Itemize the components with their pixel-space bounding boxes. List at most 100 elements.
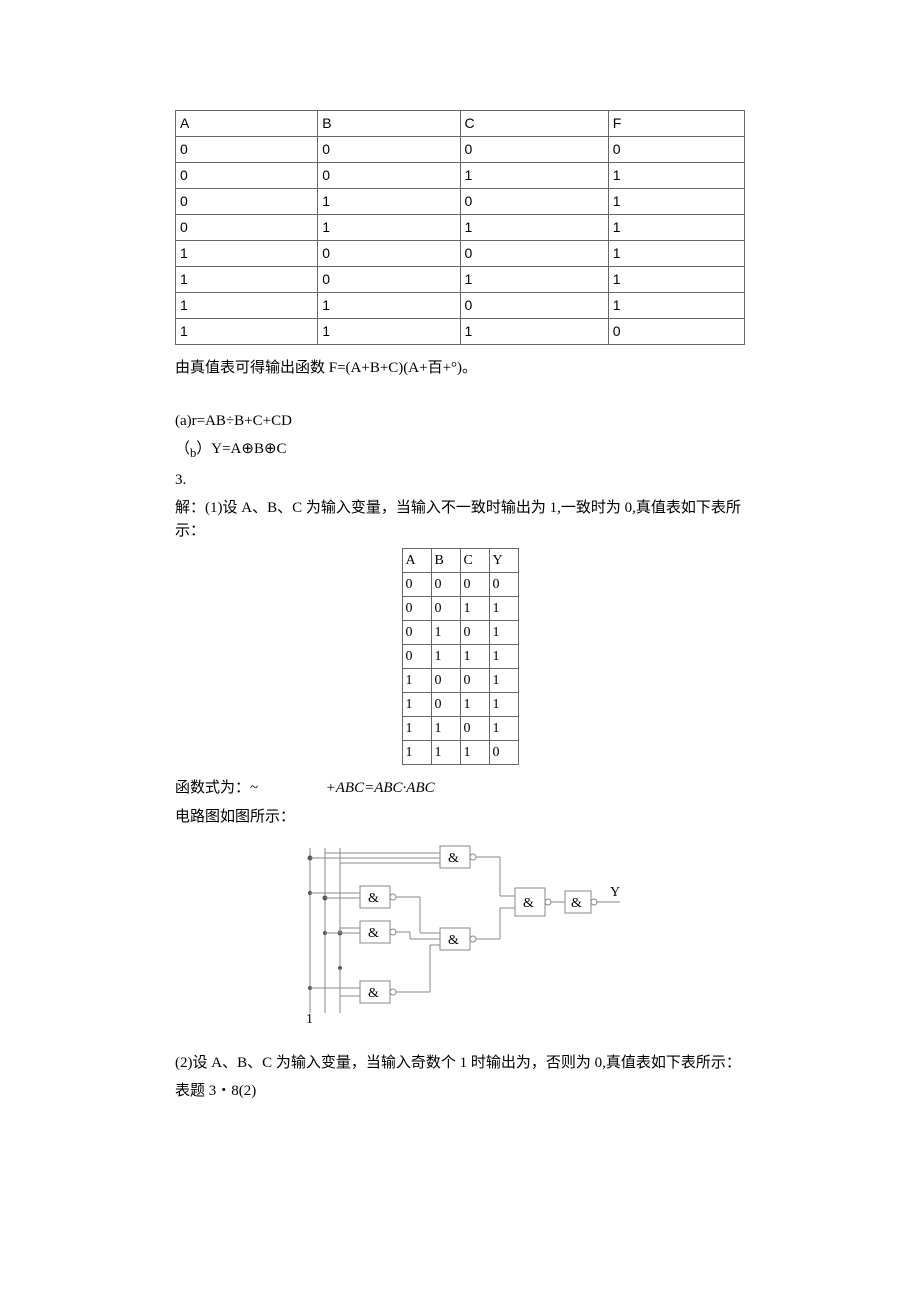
item-a: (a)r=AB÷B+C+CD bbox=[175, 410, 745, 433]
const-1-label: 1 bbox=[306, 1012, 313, 1027]
cell: 0 bbox=[460, 717, 489, 741]
cell: A bbox=[402, 549, 431, 573]
table-row: 0101 bbox=[176, 189, 745, 215]
circuit-label: 电路图如图所示： bbox=[175, 806, 745, 829]
table-row: A B C Y bbox=[402, 549, 518, 573]
cell: 1 bbox=[402, 669, 431, 693]
cell: 1 bbox=[489, 669, 518, 693]
cell: 0 bbox=[318, 241, 460, 267]
cell: 0 bbox=[402, 573, 431, 597]
cell: 1 bbox=[608, 215, 744, 241]
cell: 1 bbox=[431, 645, 460, 669]
table-row: 0011 bbox=[176, 163, 745, 189]
and-gate-icon: & bbox=[368, 891, 379, 906]
table-row: 0111 bbox=[176, 215, 745, 241]
table-row: 1001 bbox=[402, 669, 518, 693]
cell: 1 bbox=[608, 293, 744, 319]
table-row: 1001 bbox=[176, 241, 745, 267]
and-gate-icon: & bbox=[571, 896, 582, 911]
cell: 0 bbox=[460, 189, 608, 215]
table-row: 1011 bbox=[402, 693, 518, 717]
output-y-label: Y bbox=[610, 885, 620, 900]
item-b: （b）Y=A⊕B⊕C bbox=[175, 438, 745, 463]
table-row: 1110 bbox=[176, 319, 745, 345]
cell: 0 bbox=[431, 669, 460, 693]
cell: 1 bbox=[608, 267, 744, 293]
and-gate-icon: & bbox=[368, 986, 379, 1001]
cell: 0 bbox=[176, 189, 318, 215]
cell: 0 bbox=[460, 241, 608, 267]
text: ）Y=A⊕B⊕C bbox=[196, 441, 286, 457]
text: 函数式为：~ bbox=[175, 780, 258, 796]
solution-intro: 解：(1)设 A、B、C 为输入变量，当输入不一致时输出为 1,一致时为 0,真… bbox=[175, 497, 745, 542]
cell: 0 bbox=[431, 693, 460, 717]
table-row: 0101 bbox=[402, 621, 518, 645]
cell: B bbox=[431, 549, 460, 573]
cell: 1 bbox=[460, 741, 489, 765]
cell: 1 bbox=[489, 717, 518, 741]
cell: A bbox=[176, 111, 318, 137]
truth-table-2: A B C Y 0000 0011 0101 0111 1001 1011 11… bbox=[402, 548, 519, 765]
cell: 0 bbox=[318, 163, 460, 189]
cell: 1 bbox=[460, 267, 608, 293]
cell: 1 bbox=[608, 163, 744, 189]
cell: 1 bbox=[460, 163, 608, 189]
and-gate-icon: & bbox=[368, 926, 379, 941]
cell: 0 bbox=[431, 597, 460, 621]
cell: 1 bbox=[402, 741, 431, 765]
table-row: 0011 bbox=[402, 597, 518, 621]
cell: 1 bbox=[489, 645, 518, 669]
cell: 0 bbox=[460, 573, 489, 597]
cell: 1 bbox=[608, 241, 744, 267]
cell: 0 bbox=[318, 267, 460, 293]
cell: C bbox=[460, 111, 608, 137]
cell: 1 bbox=[176, 267, 318, 293]
text: 由真值表可得输出函数 F=(A+B+C)(A+百+°)。 bbox=[175, 360, 477, 376]
cell: 1 bbox=[431, 717, 460, 741]
cell: 1 bbox=[176, 319, 318, 345]
item-3: 3. bbox=[175, 469, 745, 492]
cell: C bbox=[460, 549, 489, 573]
cell: 0 bbox=[608, 137, 744, 163]
text: （ bbox=[175, 441, 190, 457]
cell: 0 bbox=[489, 573, 518, 597]
function-expression: 函数式为：~ +ABC=ABC·ABC bbox=[175, 777, 745, 800]
cell: 0 bbox=[608, 319, 744, 345]
cell: 0 bbox=[176, 163, 318, 189]
and-gate-icon: & bbox=[448, 933, 459, 948]
cell: 0 bbox=[318, 137, 460, 163]
cell: 1 bbox=[176, 241, 318, 267]
cell: F bbox=[608, 111, 744, 137]
cell: 1 bbox=[318, 293, 460, 319]
cell: 1 bbox=[460, 215, 608, 241]
cell: 0 bbox=[460, 669, 489, 693]
table-row: 1101 bbox=[402, 717, 518, 741]
cell: 1 bbox=[176, 293, 318, 319]
circuit-svg: & & & & & & & Y 1 bbox=[290, 838, 630, 1028]
table-row: 1110 bbox=[402, 741, 518, 765]
table-row: 1101 bbox=[176, 293, 745, 319]
text-line-1: 由真值表可得输出函数 F=(A+B+C)(A+百+°)。 bbox=[175, 357, 745, 380]
cell: 0 bbox=[460, 137, 608, 163]
cell: 1 bbox=[489, 621, 518, 645]
cell: 0 bbox=[402, 597, 431, 621]
table-row: 0000 bbox=[176, 137, 745, 163]
cell: 1 bbox=[489, 693, 518, 717]
cell: 1 bbox=[402, 717, 431, 741]
cell: 1 bbox=[608, 189, 744, 215]
cell: 0 bbox=[402, 621, 431, 645]
cell: 0 bbox=[460, 621, 489, 645]
cell: 1 bbox=[402, 693, 431, 717]
table-title: 表题 3・8(2) bbox=[175, 1080, 745, 1103]
cell: 0 bbox=[176, 137, 318, 163]
text: +ABC=ABC·ABC bbox=[326, 780, 435, 796]
cell: 1 bbox=[460, 645, 489, 669]
cell: 1 bbox=[318, 215, 460, 241]
cell: B bbox=[318, 111, 460, 137]
table-row: A B C F bbox=[176, 111, 745, 137]
cell: 0 bbox=[489, 741, 518, 765]
cell: 1 bbox=[431, 741, 460, 765]
table-row: 1011 bbox=[176, 267, 745, 293]
table-row: 0111 bbox=[402, 645, 518, 669]
cell: 0 bbox=[176, 215, 318, 241]
